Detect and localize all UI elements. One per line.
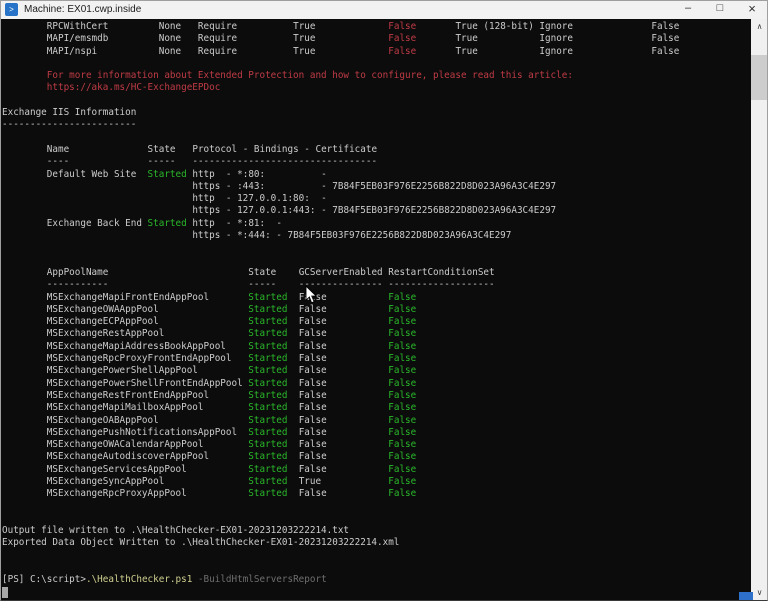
console-window: > Machine: EX01.cwp.inside – □ × RPCWith… bbox=[0, 0, 768, 601]
title-bar: > Machine: EX01.cwp.inside – □ × bbox=[0, 0, 768, 19]
console-line bbox=[2, 95, 751, 107]
console-line: MSExchangeECPAppPool Started False False bbox=[2, 316, 751, 328]
console-line bbox=[2, 550, 751, 562]
console-line: Default Web Site Started http - *:80: - bbox=[2, 169, 751, 181]
console-line: MSExchangeAutodiscoverAppPool Started Fa… bbox=[2, 451, 751, 463]
console-line: MSExchangeServicesAppPool Started False … bbox=[2, 464, 751, 476]
scroll-thumb[interactable] bbox=[751, 55, 768, 100]
console-line: MSExchangeOABAppPool Started False False bbox=[2, 415, 751, 427]
console-line: MSExchangeOWAAppPool Started False False bbox=[2, 304, 751, 316]
console-line bbox=[2, 58, 751, 70]
console-line: MSExchangeSyncAppPool Started True False bbox=[2, 476, 751, 488]
console-line: MSExchangeMapiAddressBookAppPool Started… bbox=[2, 341, 751, 353]
console-line bbox=[2, 513, 751, 525]
console-app-icon: > bbox=[5, 3, 18, 16]
console-line: MSExchangeRestFrontEndAppPool Started Fa… bbox=[2, 390, 751, 402]
console-line: https - :443: - 7B84F5EB03F976E2256B822D… bbox=[2, 181, 751, 193]
console-line bbox=[2, 562, 751, 574]
console-line: MSExchangeOWACalendarAppPool Started Fal… bbox=[2, 439, 751, 451]
console-line: MSExchangePowerShellFrontEndAppPool Star… bbox=[2, 378, 751, 390]
console-line: MSExchangeRpcProxyFrontEndAppPool Starte… bbox=[2, 353, 751, 365]
console-line: MSExchangeRestAppPool Started False Fals… bbox=[2, 328, 751, 340]
console-line: https - 127.0.0.1:443: - 7B84F5EB03F976E… bbox=[2, 205, 751, 217]
scrollbar[interactable]: ∧ ∨ bbox=[751, 19, 768, 601]
maximize-button[interactable]: □ bbox=[704, 0, 736, 19]
console-line: MAPI/emsmdb None Require True False True… bbox=[2, 33, 751, 45]
console-line: MSExchangeMapiMailboxAppPool Started Fal… bbox=[2, 402, 751, 414]
console-output[interactable]: RPCWithCert None Require True False True… bbox=[0, 19, 751, 601]
console-line: Exported Data Object Written to .\Health… bbox=[2, 537, 751, 549]
console-line bbox=[2, 587, 751, 599]
console-line: [PS] C:\script>.\HealthChecker.ps1 -Buil… bbox=[2, 574, 751, 586]
console-line: http - 127.0.0.1:80: - bbox=[2, 193, 751, 205]
console-line: RPCWithCert None Require True False True… bbox=[2, 21, 751, 33]
scroll-up-button[interactable]: ∧ bbox=[751, 19, 768, 35]
console-line: Output file written to .\HealthChecker-E… bbox=[2, 525, 751, 537]
scroll-down-button[interactable]: ∨ bbox=[751, 585, 768, 601]
console-line: AppPoolName State GCServerEnabled Restar… bbox=[2, 267, 751, 279]
console-line bbox=[2, 255, 751, 267]
console-line bbox=[2, 501, 751, 513]
console-line: ----------- ----- --------------- ------… bbox=[2, 279, 751, 291]
console-line: Exchange Back End Started http - *:81: - bbox=[2, 218, 751, 230]
console-line bbox=[2, 132, 751, 144]
window-title: Machine: EX01.cwp.inside bbox=[24, 0, 141, 19]
window-controls: – □ × bbox=[672, 0, 768, 19]
minimize-button[interactable]: – bbox=[672, 0, 704, 19]
console-line: MAPI/nspi None Require True False True I… bbox=[2, 46, 751, 58]
blue-square-artifact bbox=[739, 592, 753, 601]
console-line: Name State Protocol - Bindings - Certifi… bbox=[2, 144, 751, 156]
console-line bbox=[2, 242, 751, 254]
close-button[interactable]: × bbox=[736, 0, 768, 19]
console-line: MSExchangeRpcProxyAppPool Started False … bbox=[2, 488, 751, 500]
console-line: Exchange IIS Information bbox=[2, 107, 751, 119]
console-line: https://aka.ms/HC-ExchangeEPDoc bbox=[2, 82, 751, 94]
console-line: For more information about Extended Prot… bbox=[2, 70, 751, 82]
console-line: ---- ----- -----------------------------… bbox=[2, 156, 751, 168]
console-line: MSExchangePushNotificationsAppPool Start… bbox=[2, 427, 751, 439]
console-line: MSExchangePowerShellAppPool Started Fals… bbox=[2, 365, 751, 377]
console-line: https - *:444: - 7B84F5EB03F976E2256B822… bbox=[2, 230, 751, 242]
console-line: ------------------------ bbox=[2, 119, 751, 131]
console-line: MSExchangeMapiFrontEndAppPool Started Fa… bbox=[2, 292, 751, 304]
